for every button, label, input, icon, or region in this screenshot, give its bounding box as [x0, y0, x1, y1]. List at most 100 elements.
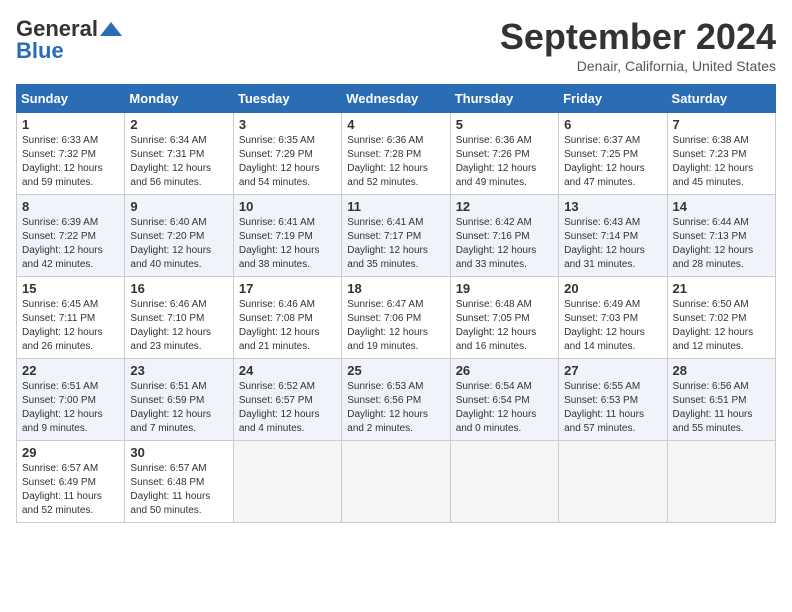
day-number: 2: [130, 117, 227, 132]
cell-content: Sunrise: 6:36 AMSunset: 7:26 PMDaylight:…: [456, 134, 553, 190]
day-number: 9: [130, 199, 227, 214]
day-number: 1: [22, 117, 119, 132]
cell-content: Sunrise: 6:53 AMSunset: 6:56 PMDaylight:…: [347, 380, 444, 436]
day-number: 28: [673, 363, 770, 378]
cell-content: Sunrise: 6:34 AMSunset: 7:31 PMDaylight:…: [130, 134, 227, 190]
cell-content: Sunrise: 6:41 AMSunset: 7:19 PMDaylight:…: [239, 216, 336, 272]
day-number: 20: [564, 281, 661, 296]
calendar-cell: 4 Sunrise: 6:36 AMSunset: 7:28 PMDaylight…: [342, 113, 450, 195]
month-title: September 2024: [500, 16, 776, 58]
cell-content: Sunrise: 6:44 AMSunset: 7:13 PMDaylight:…: [673, 216, 770, 272]
calendar-cell: [342, 441, 450, 523]
calendar-cell: 22 Sunrise: 6:51 AMSunset: 7:00 PMDayligh…: [17, 359, 125, 441]
column-header-monday: Monday: [125, 85, 233, 113]
cell-content: Sunrise: 6:33 AMSunset: 7:32 PMDaylight:…: [22, 134, 119, 190]
cell-content: Sunrise: 6:35 AMSunset: 7:29 PMDaylight:…: [239, 134, 336, 190]
title-block: September 2024 Denair, California, Unite…: [500, 16, 776, 74]
calendar-cell: 28 Sunrise: 6:56 AMSunset: 6:51 PMDayligh…: [667, 359, 775, 441]
calendar-cell: 10 Sunrise: 6:41 AMSunset: 7:19 PMDayligh…: [233, 195, 341, 277]
calendar-cell: 30Sunrise: 6:57 AMSunset: 6:48 PMDayligh…: [125, 441, 233, 523]
calendar-cell: 15 Sunrise: 6:45 AMSunset: 7:11 PMDayligh…: [17, 277, 125, 359]
calendar-week-1: 1 Sunrise: 6:33 AMSunset: 7:32 PMDaylight…: [17, 113, 776, 195]
calendar-cell: 7Sunrise: 6:38 AMSunset: 7:23 PMDaylight…: [667, 113, 775, 195]
day-number: 12: [456, 199, 553, 214]
calendar-cell: [667, 441, 775, 523]
calendar-cell: 9 Sunrise: 6:40 AMSunset: 7:20 PMDaylight…: [125, 195, 233, 277]
calendar-week-2: 8Sunrise: 6:39 AMSunset: 7:22 PMDaylight…: [17, 195, 776, 277]
column-header-wednesday: Wednesday: [342, 85, 450, 113]
calendar-week-5: 29 Sunrise: 6:57 AMSunset: 6:49 PMDayligh…: [17, 441, 776, 523]
logo: General Blue: [16, 16, 122, 64]
day-number: 29: [22, 445, 119, 460]
calendar-cell: 24 Sunrise: 6:52 AMSunset: 6:57 PMDayligh…: [233, 359, 341, 441]
calendar-cell: 6 Sunrise: 6:37 AMSunset: 7:25 PMDaylight…: [559, 113, 667, 195]
cell-content: Sunrise: 6:50 AMSunset: 7:02 PMDaylight:…: [673, 298, 770, 354]
day-number: 14: [673, 199, 770, 214]
column-header-tuesday: Tuesday: [233, 85, 341, 113]
calendar-cell: [450, 441, 558, 523]
calendar-cell: 13Sunrise: 6:43 AMSunset: 7:14 PMDayligh…: [559, 195, 667, 277]
logo-text-blue: Blue: [16, 38, 64, 64]
location: Denair, California, United States: [500, 58, 776, 74]
logo-icon: [100, 22, 122, 36]
day-number: 23: [130, 363, 227, 378]
cell-content: Sunrise: 6:45 AMSunset: 7:11 PMDaylight:…: [22, 298, 119, 354]
calendar-cell: 20Sunrise: 6:49 AMSunset: 7:03 PMDayligh…: [559, 277, 667, 359]
cell-content: Sunrise: 6:46 AMSunset: 7:08 PMDaylight:…: [239, 298, 336, 354]
day-number: 3: [239, 117, 336, 132]
cell-content: Sunrise: 6:51 AMSunset: 7:00 PMDaylight:…: [22, 380, 119, 436]
calendar-week-3: 15 Sunrise: 6:45 AMSunset: 7:11 PMDayligh…: [17, 277, 776, 359]
day-number: 24: [239, 363, 336, 378]
page-header: General Blue September 2024 Denair, Cali…: [16, 16, 776, 74]
day-number: 22: [22, 363, 119, 378]
calendar-cell: 11Sunrise: 6:41 AMSunset: 7:17 PMDayligh…: [342, 195, 450, 277]
calendar-cell: [233, 441, 341, 523]
cell-content: Sunrise: 6:37 AMSunset: 7:25 PMDaylight:…: [564, 134, 661, 190]
column-header-sunday: Sunday: [17, 85, 125, 113]
calendar-header-row: SundayMondayTuesdayWednesdayThursdayFrid…: [17, 85, 776, 113]
day-number: 7: [673, 117, 770, 132]
calendar-cell: 29 Sunrise: 6:57 AMSunset: 6:49 PMDayligh…: [17, 441, 125, 523]
day-number: 4: [347, 117, 444, 132]
day-number: 11: [347, 199, 444, 214]
cell-content: Sunrise: 6:36 AMSunset: 7:28 PMDaylight:…: [347, 134, 444, 190]
column-header-saturday: Saturday: [667, 85, 775, 113]
calendar-cell: 12 Sunrise: 6:42 AMSunset: 7:16 PMDayligh…: [450, 195, 558, 277]
calendar-cell: 23Sunrise: 6:51 AMSunset: 6:59 PMDayligh…: [125, 359, 233, 441]
cell-content: Sunrise: 6:46 AMSunset: 7:10 PMDaylight:…: [130, 298, 227, 354]
day-number: 15: [22, 281, 119, 296]
calendar-cell: 14 Sunrise: 6:44 AMSunset: 7:13 PMDayligh…: [667, 195, 775, 277]
calendar-cell: 2 Sunrise: 6:34 AMSunset: 7:31 PMDaylight…: [125, 113, 233, 195]
calendar-cell: 16 Sunrise: 6:46 AMSunset: 7:10 PMDayligh…: [125, 277, 233, 359]
calendar-cell: [559, 441, 667, 523]
calendar-table: SundayMondayTuesdayWednesdayThursdayFrid…: [16, 84, 776, 523]
calendar-cell: 1 Sunrise: 6:33 AMSunset: 7:32 PMDaylight…: [17, 113, 125, 195]
day-number: 10: [239, 199, 336, 214]
column-header-thursday: Thursday: [450, 85, 558, 113]
column-header-friday: Friday: [559, 85, 667, 113]
cell-content: Sunrise: 6:54 AMSunset: 6:54 PMDaylight:…: [456, 380, 553, 436]
cell-content: Sunrise: 6:40 AMSunset: 7:20 PMDaylight:…: [130, 216, 227, 272]
day-number: 30: [130, 445, 227, 460]
day-number: 25: [347, 363, 444, 378]
cell-content: Sunrise: 6:52 AMSunset: 6:57 PMDaylight:…: [239, 380, 336, 436]
cell-content: Sunrise: 6:48 AMSunset: 7:05 PMDaylight:…: [456, 298, 553, 354]
day-number: 5: [456, 117, 553, 132]
cell-content: Sunrise: 6:47 AMSunset: 7:06 PMDaylight:…: [347, 298, 444, 354]
calendar-week-4: 22 Sunrise: 6:51 AMSunset: 7:00 PMDayligh…: [17, 359, 776, 441]
day-number: 18: [347, 281, 444, 296]
calendar-cell: 27Sunrise: 6:55 AMSunset: 6:53 PMDayligh…: [559, 359, 667, 441]
day-number: 26: [456, 363, 553, 378]
cell-content: Sunrise: 6:57 AMSunset: 6:49 PMDaylight:…: [22, 462, 119, 518]
calendar-cell: 19 Sunrise: 6:48 AMSunset: 7:05 PMDayligh…: [450, 277, 558, 359]
calendar-cell: 21 Sunrise: 6:50 AMSunset: 7:02 PMDayligh…: [667, 277, 775, 359]
day-number: 6: [564, 117, 661, 132]
cell-content: Sunrise: 6:43 AMSunset: 7:14 PMDaylight:…: [564, 216, 661, 272]
day-number: 16: [130, 281, 227, 296]
day-number: 27: [564, 363, 661, 378]
calendar-cell: 25 Sunrise: 6:53 AMSunset: 6:56 PMDayligh…: [342, 359, 450, 441]
cell-content: Sunrise: 6:42 AMSunset: 7:16 PMDaylight:…: [456, 216, 553, 272]
day-number: 19: [456, 281, 553, 296]
cell-content: Sunrise: 6:56 AMSunset: 6:51 PMDaylight:…: [673, 380, 770, 436]
day-number: 21: [673, 281, 770, 296]
